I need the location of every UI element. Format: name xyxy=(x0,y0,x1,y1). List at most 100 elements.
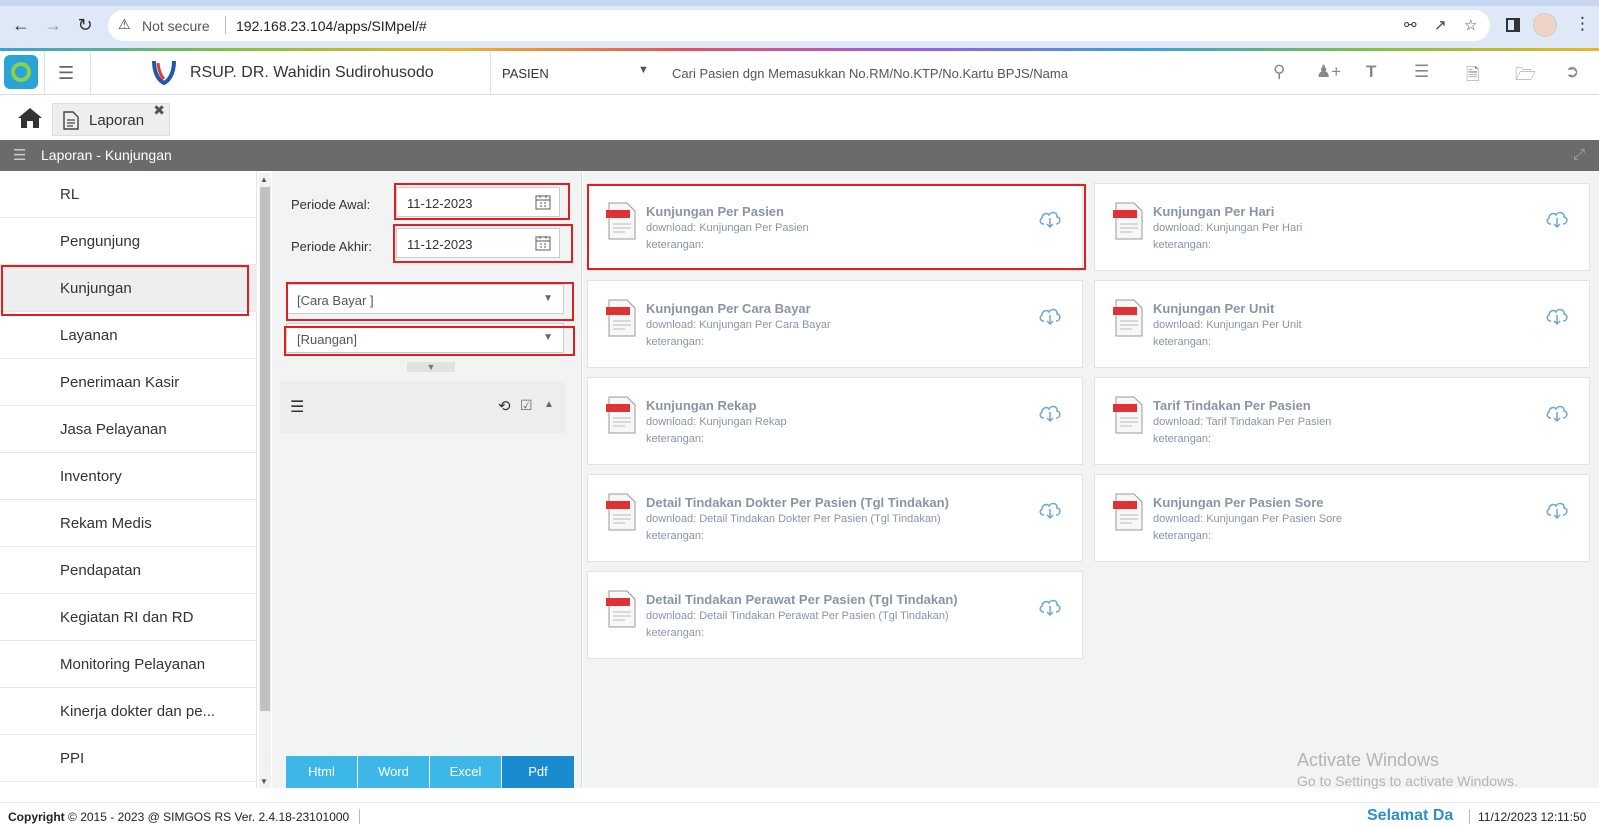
report-download-text: download: Kunjungan Per Pasien xyxy=(646,222,809,234)
report-card[interactable]: Kunjungan Per Hari download: Kunjungan Pe… xyxy=(1094,183,1590,271)
chevron-up-icon[interactable]: ▲ xyxy=(544,399,554,410)
profile-avatar[interactable] xyxy=(1533,13,1557,37)
sidebar-item-inventory[interactable]: Inventory xyxy=(0,453,257,500)
periode-awal-value[interactable]: 11-12-2023 xyxy=(407,196,473,211)
report-title[interactable]: Kunjungan Per Unit xyxy=(1153,301,1274,316)
back-icon[interactable]: ← xyxy=(10,14,32,36)
url-text[interactable]: 192.168.23.104/apps/SIMpel/# xyxy=(236,18,427,34)
list-icon[interactable]: ☰ xyxy=(290,397,304,417)
reload-icon[interactable]: ↻ xyxy=(74,14,96,36)
scrollbar-thumb[interactable] xyxy=(260,187,270,711)
star-icon[interactable]: ☆ xyxy=(1464,16,1477,34)
chevron-down-icon[interactable]: ▼ xyxy=(543,332,553,343)
report-title[interactable]: Kunjungan Per Pasien xyxy=(646,204,784,219)
report-title[interactable]: Kunjungan Rekap xyxy=(646,398,757,413)
sidebar-item-pendapatan[interactable]: Pendapatan xyxy=(0,547,257,594)
sidebar-item-kunjungan[interactable]: Kunjungan xyxy=(0,265,257,312)
history-icon[interactable]: ⟲ xyxy=(498,397,511,415)
tab-laporan[interactable]: Laporan ✖ xyxy=(52,102,170,136)
report-card[interactable]: Kunjungan Per Cara Bayar download: Kunjun… xyxy=(587,280,1083,368)
report-card[interactable]: Kunjungan Per Pasien download: Kunjungan … xyxy=(587,183,1083,271)
home-icon[interactable] xyxy=(17,106,43,130)
text-icon[interactable]: T xyxy=(1366,62,1376,82)
more-options-icon[interactable]: ⋮ xyxy=(1574,14,1591,34)
forward-icon[interactable]: → xyxy=(42,14,64,36)
address-bar[interactable]: ⚠ Not secure 192.168.23.104/apps/SIMpel/… xyxy=(108,10,1490,41)
sidebar-scrollbar[interactable]: ▲ ▼ xyxy=(259,173,271,788)
logout-icon[interactable]: ➲ xyxy=(1565,62,1579,82)
expand-icon[interactable]: ⤢ xyxy=(1573,146,1585,163)
report-card[interactable]: Tarif Tindakan Per Pasien download: Tarif… xyxy=(1094,377,1590,465)
cloud-download-icon[interactable] xyxy=(1545,500,1569,520)
copyright-symbol: © xyxy=(68,810,77,824)
sidebar-item-kegiatan-ri-rd[interactable]: Kegiatan RI dan RD xyxy=(0,594,257,641)
close-icon[interactable]: ✖ xyxy=(153,102,165,119)
side-panel-icon[interactable] xyxy=(1506,18,1520,32)
export-pdf-button[interactable]: Pdf xyxy=(502,756,574,788)
periode-akhir-input[interactable]: 11-12-2023 xyxy=(396,228,560,258)
cara-bayar-select[interactable]: [Cara Bayar ] ▼ xyxy=(286,284,564,314)
calendar-icon[interactable] xyxy=(535,194,551,210)
sidebar-item-rl[interactable]: RL xyxy=(0,171,257,218)
periode-awal-label: Periode Awal: xyxy=(291,197,371,212)
report-card[interactable]: Kunjungan Rekap download: Kunjungan Rekap… xyxy=(587,377,1083,465)
list-icon[interactable]: ☰ xyxy=(1414,62,1429,82)
scroll-up-icon[interactable]: ▲ xyxy=(260,175,268,184)
filter-collapse-toggle[interactable]: ▼ xyxy=(407,362,455,372)
checkbox-icon[interactable]: ☑ xyxy=(520,397,533,414)
periode-akhir-value[interactable]: 11-12-2023 xyxy=(407,237,473,252)
add-user-icon[interactable]: ♟+ xyxy=(1316,62,1341,82)
cloud-download-icon[interactable] xyxy=(1545,306,1569,326)
sidebar-item-penerimaan-kasir[interactable]: Penerimaan Kasir xyxy=(0,359,257,406)
cloud-download-icon[interactable] xyxy=(1545,403,1569,423)
report-title[interactable]: Kunjungan Per Cara Bayar xyxy=(646,301,811,316)
pdf-icon[interactable]: 🗎 xyxy=(1466,62,1480,91)
export-word-button[interactable]: Word xyxy=(358,756,429,788)
patient-search-input[interactable]: Cari Pasien dgn Memasukkan No.RM/No.KTP/… xyxy=(672,66,1068,81)
report-card[interactable]: Kunjungan Per Unit download: Kunjungan Pe… xyxy=(1094,280,1590,368)
report-card[interactable]: Detail Tindakan Dokter Per Pasien (Tgl T… xyxy=(587,474,1083,562)
ruangan-value: [Ruangan] xyxy=(297,332,357,347)
folder-open-icon[interactable]: 🗁 xyxy=(1515,62,1536,91)
sidebar-item-pengunjung[interactable]: Pengunjung xyxy=(0,218,257,265)
periode-awal-input[interactable]: 11-12-2023 xyxy=(396,187,560,217)
cloud-download-icon[interactable] xyxy=(1038,597,1062,617)
share-icon[interactable]: ↗ xyxy=(1434,16,1447,34)
pdf-file-icon xyxy=(606,299,636,337)
report-title[interactable]: Detail Tindakan Dokter Per Pasien (Tgl T… xyxy=(646,495,949,510)
patient-type-select[interactable]: PASIEN xyxy=(502,66,549,81)
search-icon[interactable]: ⚲ xyxy=(1273,62,1285,82)
sidebar-item-jasa-pelayanan[interactable]: Jasa Pelayanan xyxy=(0,406,257,453)
report-download-text: download: Kunjungan Per Hari xyxy=(1153,222,1303,234)
sidebar-item-kinerja-dokter[interactable]: Kinerja dokter dan pe... xyxy=(0,688,257,735)
report-title[interactable]: Kunjungan Per Hari xyxy=(1153,204,1274,219)
menu-icon[interactable]: ☰ xyxy=(13,146,26,164)
chevron-down-icon[interactable]: ▼ xyxy=(543,293,553,304)
cloud-download-icon[interactable] xyxy=(1038,209,1062,229)
menu-icon[interactable]: ☰ xyxy=(58,63,74,84)
chevron-down-icon[interactable]: ▼ xyxy=(638,64,649,76)
calendar-icon[interactable] xyxy=(535,235,551,251)
report-card[interactable]: Detail Tindakan Perawat Per Pasien (Tgl … xyxy=(587,571,1083,659)
export-excel-button[interactable]: Excel xyxy=(430,756,501,788)
sidebar-item-rekam-medis[interactable]: Rekam Medis xyxy=(0,500,257,547)
cloud-download-icon[interactable] xyxy=(1038,403,1062,423)
app-logo[interactable] xyxy=(4,55,38,89)
key-icon[interactable]: ⚯ xyxy=(1404,16,1417,34)
report-download-text: download: Kunjungan Rekap xyxy=(646,416,787,428)
scroll-down-icon[interactable]: ▼ xyxy=(260,777,268,786)
report-card[interactable]: Kunjungan Per Pasien Sore download: Kunju… xyxy=(1094,474,1590,562)
sidebar-item-monitoring-pelayanan[interactable]: Monitoring Pelayanan xyxy=(0,641,257,688)
sidebar-item-layanan[interactable]: Layanan xyxy=(0,312,257,359)
report-title[interactable]: Kunjungan Per Pasien Sore xyxy=(1153,495,1324,510)
cloud-download-icon[interactable] xyxy=(1545,209,1569,229)
sidebar-item-label: PPI xyxy=(60,750,85,767)
export-html-button[interactable]: Html xyxy=(286,756,357,788)
pdf-file-icon xyxy=(606,396,636,434)
sidebar-item-ppi[interactable]: PPI xyxy=(0,735,257,782)
report-title[interactable]: Detail Tindakan Perawat Per Pasien (Tgl … xyxy=(646,592,958,607)
ruangan-select[interactable]: [Ruangan] ▼ xyxy=(286,323,564,353)
cloud-download-icon[interactable] xyxy=(1038,306,1062,326)
report-title[interactable]: Tarif Tindakan Per Pasien xyxy=(1153,398,1311,413)
cloud-download-icon[interactable] xyxy=(1038,500,1062,520)
